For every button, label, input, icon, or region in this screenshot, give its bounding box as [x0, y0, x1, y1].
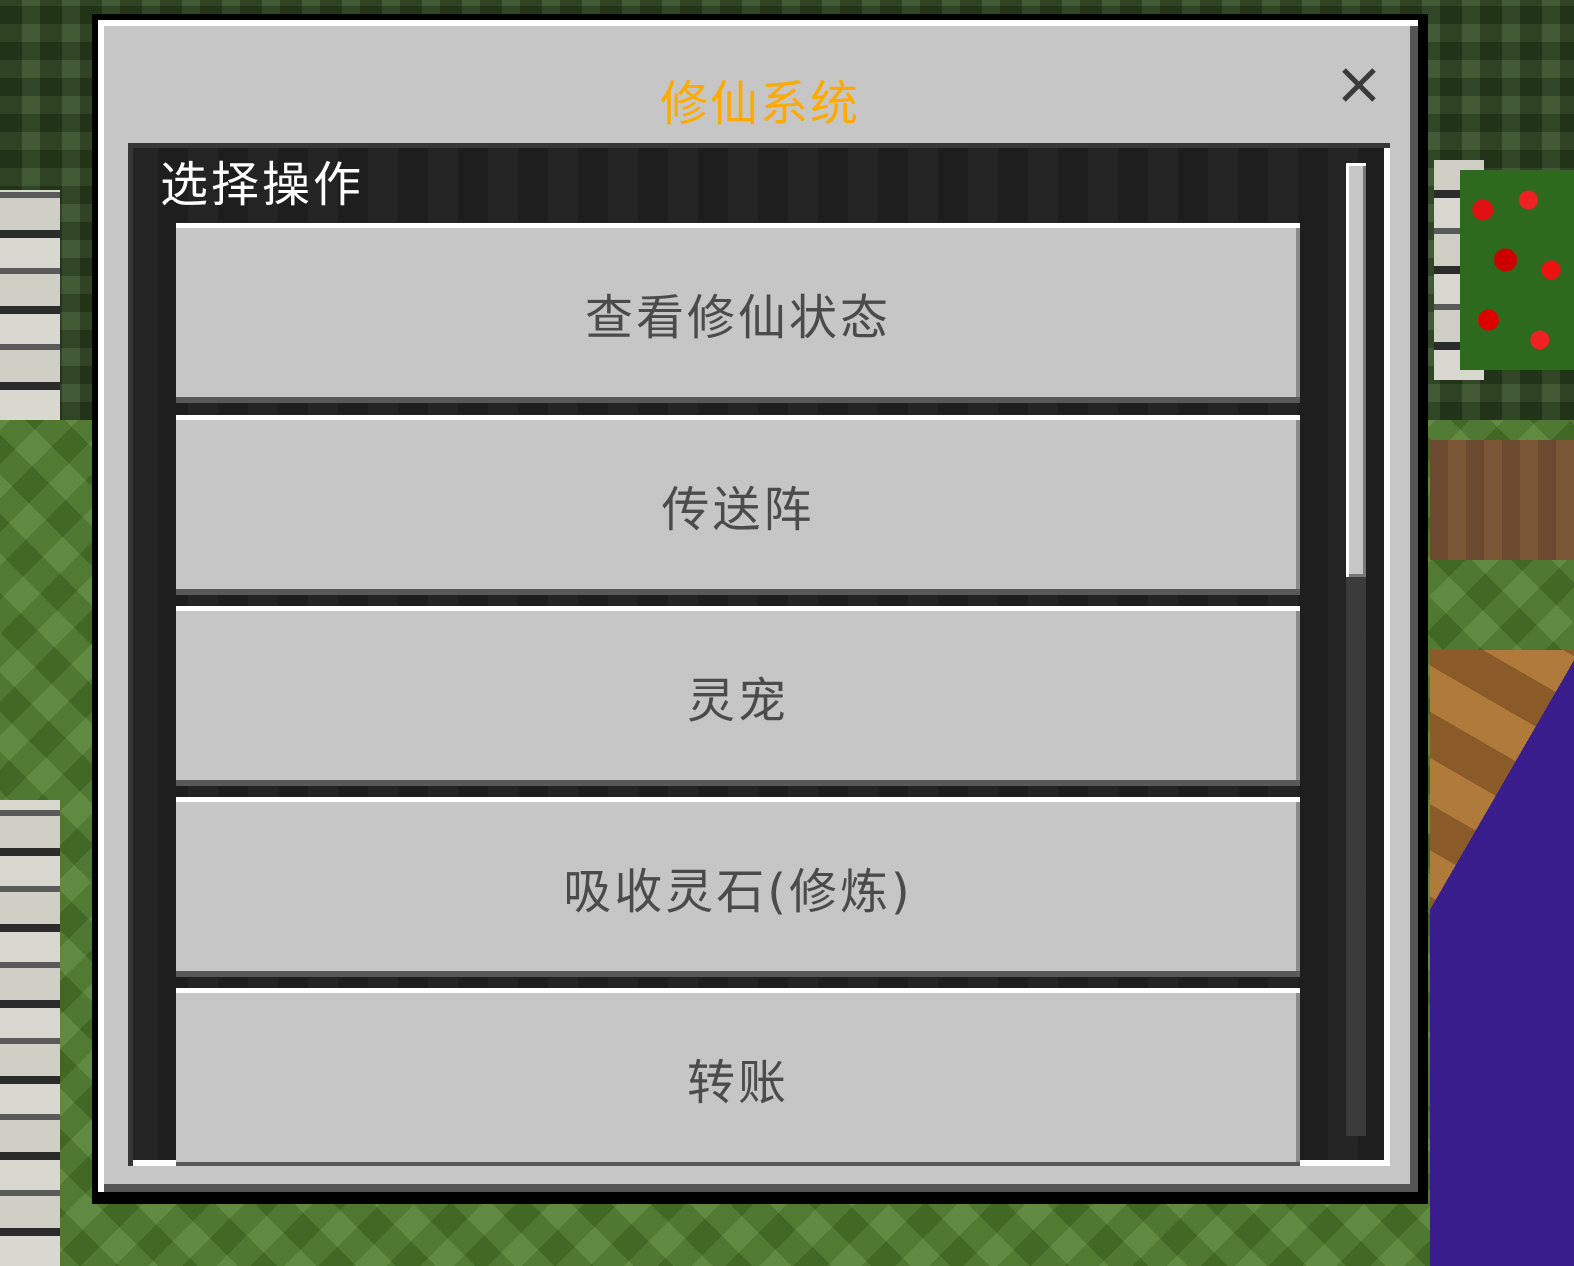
birch-trunk-left	[0, 190, 60, 420]
close-button[interactable]	[1340, 66, 1378, 104]
scrollbar-thumb[interactable]	[1346, 163, 1366, 577]
option-label: 查看修仙状态	[584, 290, 891, 346]
option-label: 吸收灵石(修炼)	[563, 864, 913, 920]
close-icon	[1342, 68, 1376, 102]
option-label: 传送阵	[661, 482, 815, 538]
rose-bush	[1460, 170, 1574, 370]
option-absorb-spirit-stone[interactable]: 吸收灵石(修炼)	[176, 797, 1300, 977]
option-label: 灵宠	[686, 673, 789, 729]
option-teleport-array[interactable]: 传送阵	[176, 415, 1300, 595]
option-view-cultivation-status[interactable]: 查看修仙状态	[176, 223, 1300, 403]
option-transfer[interactable]: 转账	[176, 988, 1300, 1166]
options-panel: 选择操作 查看修仙状态 传送阵 灵宠 吸收灵石(修炼) 转账	[128, 143, 1390, 1166]
player-character	[1430, 650, 1574, 1266]
dialog-title: 修仙系统	[659, 76, 860, 132]
option-spirit-pet[interactable]: 灵宠	[176, 606, 1300, 786]
option-label: 转账	[686, 1055, 789, 1111]
birch-trunk-bottom-left	[0, 800, 60, 1266]
panel-label: 选择操作	[160, 157, 365, 213]
dirt-block	[1430, 440, 1574, 560]
